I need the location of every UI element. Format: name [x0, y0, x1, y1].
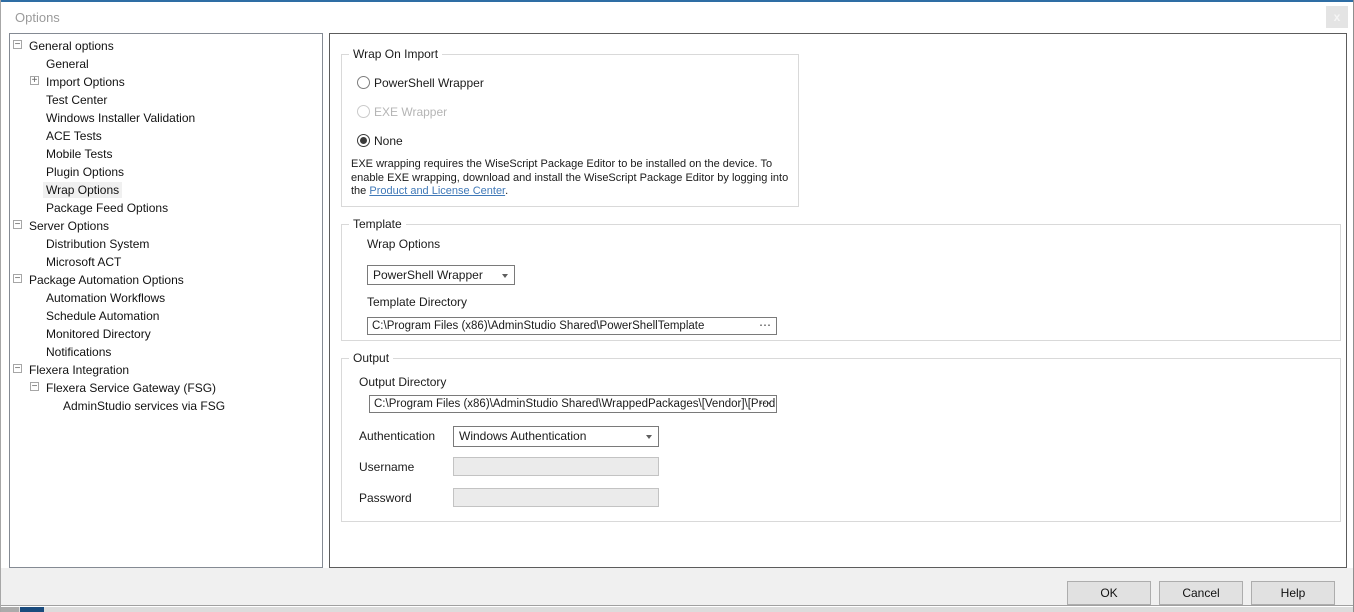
dialog-footer: OK Cancel Help — [1, 568, 1353, 606]
window-title: Options — [15, 10, 60, 25]
options-dialog: Options x −General optionsGeneral+Import… — [0, 0, 1354, 612]
tree-item-label[interactable]: Test Center — [43, 92, 110, 108]
tree-item-label[interactable]: Flexera Integration — [26, 362, 132, 378]
tree-item-server-options[interactable]: −Server Options — [10, 217, 322, 235]
tree-item-label[interactable]: Schedule Automation — [43, 308, 162, 324]
authentication-label: Authentication — [359, 429, 435, 443]
dropdown-value: Windows Authentication — [459, 429, 586, 443]
tree-item-label[interactable]: Package Automation Options — [26, 272, 187, 288]
options-tree[interactable]: −General optionsGeneral+Import OptionsTe… — [9, 33, 323, 568]
tree-item-adminstudio-services-via-fsg[interactable]: AdminStudio services via FSG — [10, 397, 322, 415]
wrap-options-label: Wrap Options — [367, 237, 440, 251]
collapse-icon[interactable]: − — [13, 364, 22, 373]
output-directory-input[interactable]: C:\Program Files (x86)\AdminStudio Share… — [369, 395, 777, 413]
tree-item-label[interactable]: Flexera Service Gateway (FSG) — [43, 380, 219, 396]
expand-icon[interactable]: + — [30, 76, 39, 85]
tree-item-wrap-options[interactable]: Wrap Options — [10, 181, 322, 199]
tree-item-package-feed-options[interactable]: Package Feed Options — [10, 199, 322, 217]
browse-ellipsis-button[interactable]: ⋯ — [759, 396, 772, 410]
wrap-on-import-group: Wrap On Import PowerShell Wrapper EXE Wr… — [341, 54, 799, 207]
radio-label: None — [374, 134, 403, 148]
tree-item-monitored-directory[interactable]: Monitored Directory — [10, 325, 322, 343]
tree-item-microsoft-act[interactable]: Microsoft ACT — [10, 253, 322, 271]
path-value: C:\Program Files (x86)\AdminStudio Share… — [374, 398, 777, 410]
tree-item-label[interactable]: Package Feed Options — [43, 200, 171, 216]
product-license-center-link[interactable]: Product and License Center — [369, 185, 505, 197]
settings-panel: Wrap On Import PowerShell Wrapper EXE Wr… — [329, 33, 1347, 568]
template-directory-input[interactable]: C:\Program Files (x86)\AdminStudio Share… — [367, 317, 777, 335]
tree-item-label[interactable]: Windows Installer Validation — [43, 110, 198, 126]
group-title: Wrap On Import — [349, 47, 442, 61]
tree-item-label[interactable]: AdminStudio services via FSG — [60, 398, 228, 414]
radio-disabled-icon — [357, 105, 370, 118]
group-title: Template — [349, 217, 406, 231]
template-group: Template Wrap Options PowerShell Wrapper… — [341, 224, 1341, 341]
tree-item-flexera-service-gateway-fsg[interactable]: −Flexera Service Gateway (FSG) — [10, 379, 322, 397]
help-button[interactable]: Help — [1251, 581, 1335, 605]
taskbar-app-icon — [20, 607, 44, 612]
tree-item-ace-tests[interactable]: ACE Tests — [10, 127, 322, 145]
tree-item-label[interactable]: Microsoft ACT — [43, 254, 124, 270]
titlebar[interactable]: Options x — [1, 2, 1353, 33]
tree-item-label[interactable]: Server Options — [26, 218, 112, 234]
tree-item-package-automation-options[interactable]: −Package Automation Options — [10, 271, 322, 289]
tree-item-label[interactable]: Monitored Directory — [43, 326, 154, 342]
tree-item-distribution-system[interactable]: Distribution System — [10, 235, 322, 253]
cancel-button[interactable]: Cancel — [1159, 581, 1243, 605]
tree-item-general-options[interactable]: −General options — [10, 37, 322, 55]
tree-item-automation-workflows[interactable]: Automation Workflows — [10, 289, 322, 307]
tree-item-plugin-options[interactable]: Plugin Options — [10, 163, 322, 181]
tree-item-schedule-automation[interactable]: Schedule Automation — [10, 307, 322, 325]
ok-button[interactable]: OK — [1067, 581, 1151, 605]
radio-label: PowerShell Wrapper — [374, 76, 484, 90]
exe-wrapping-note: EXE wrapping requires the WiseScript Pac… — [351, 158, 799, 199]
tree-item-general[interactable]: General — [10, 55, 322, 73]
tree-item-windows-installer-validation[interactable]: Windows Installer Validation — [10, 109, 322, 127]
tree-item-label[interactable]: Import Options — [43, 74, 128, 90]
tree-item-label[interactable]: General options — [26, 38, 117, 54]
username-label: Username — [359, 460, 414, 474]
tree-item-label[interactable]: Wrap Options — [43, 182, 122, 198]
collapse-icon[interactable]: − — [13, 220, 22, 229]
taskbar-sliver — [1, 607, 1353, 612]
dropdown-value: PowerShell Wrapper — [373, 268, 483, 282]
output-directory-label: Output Directory — [359, 375, 446, 389]
chevron-down-icon — [502, 274, 508, 278]
tree-item-flexera-integration[interactable]: −Flexera Integration — [10, 361, 322, 379]
tree-item-label[interactable]: Automation Workflows — [43, 290, 168, 306]
password-label: Password — [359, 491, 412, 505]
chevron-down-icon — [646, 435, 652, 439]
password-field — [453, 488, 659, 507]
tree-item-notifications[interactable]: Notifications — [10, 343, 322, 361]
tree-item-import-options[interactable]: + Import Options — [10, 73, 322, 91]
radio-checked-icon[interactable] — [357, 134, 370, 147]
tree-item-test-center[interactable]: Test Center — [10, 91, 322, 109]
tree-item-label[interactable]: General — [43, 56, 92, 72]
browse-ellipsis-button[interactable]: ⋯ — [759, 318, 772, 332]
tree-item-label[interactable]: ACE Tests — [43, 128, 105, 144]
close-icon[interactable]: x — [1326, 6, 1348, 28]
wrap-options-dropdown[interactable]: PowerShell Wrapper — [367, 265, 515, 285]
tree-item-label[interactable]: Notifications — [43, 344, 114, 360]
group-title: Output — [349, 351, 393, 365]
template-directory-label: Template Directory — [367, 295, 467, 309]
taskbar-fragment — [1, 607, 19, 612]
username-field — [453, 457, 659, 476]
tree-item-label[interactable]: Distribution System — [43, 236, 152, 252]
collapse-icon[interactable]: − — [30, 382, 39, 391]
collapse-icon[interactable]: − — [13, 40, 22, 49]
tree-item-mobile-tests[interactable]: Mobile Tests — [10, 145, 322, 163]
radio-unchecked-icon[interactable] — [357, 76, 370, 89]
tree-item-label[interactable]: Mobile Tests — [43, 146, 115, 162]
radio-label: EXE Wrapper — [374, 105, 447, 119]
path-value: C:\Program Files (x86)\AdminStudio Share… — [372, 320, 704, 332]
collapse-icon[interactable]: − — [13, 274, 22, 283]
tree-item-label[interactable]: Plugin Options — [43, 164, 127, 180]
output-group: Output Output Directory C:\Program Files… — [341, 358, 1341, 522]
note-suffix: . — [505, 185, 508, 197]
authentication-dropdown[interactable]: Windows Authentication — [453, 426, 659, 447]
